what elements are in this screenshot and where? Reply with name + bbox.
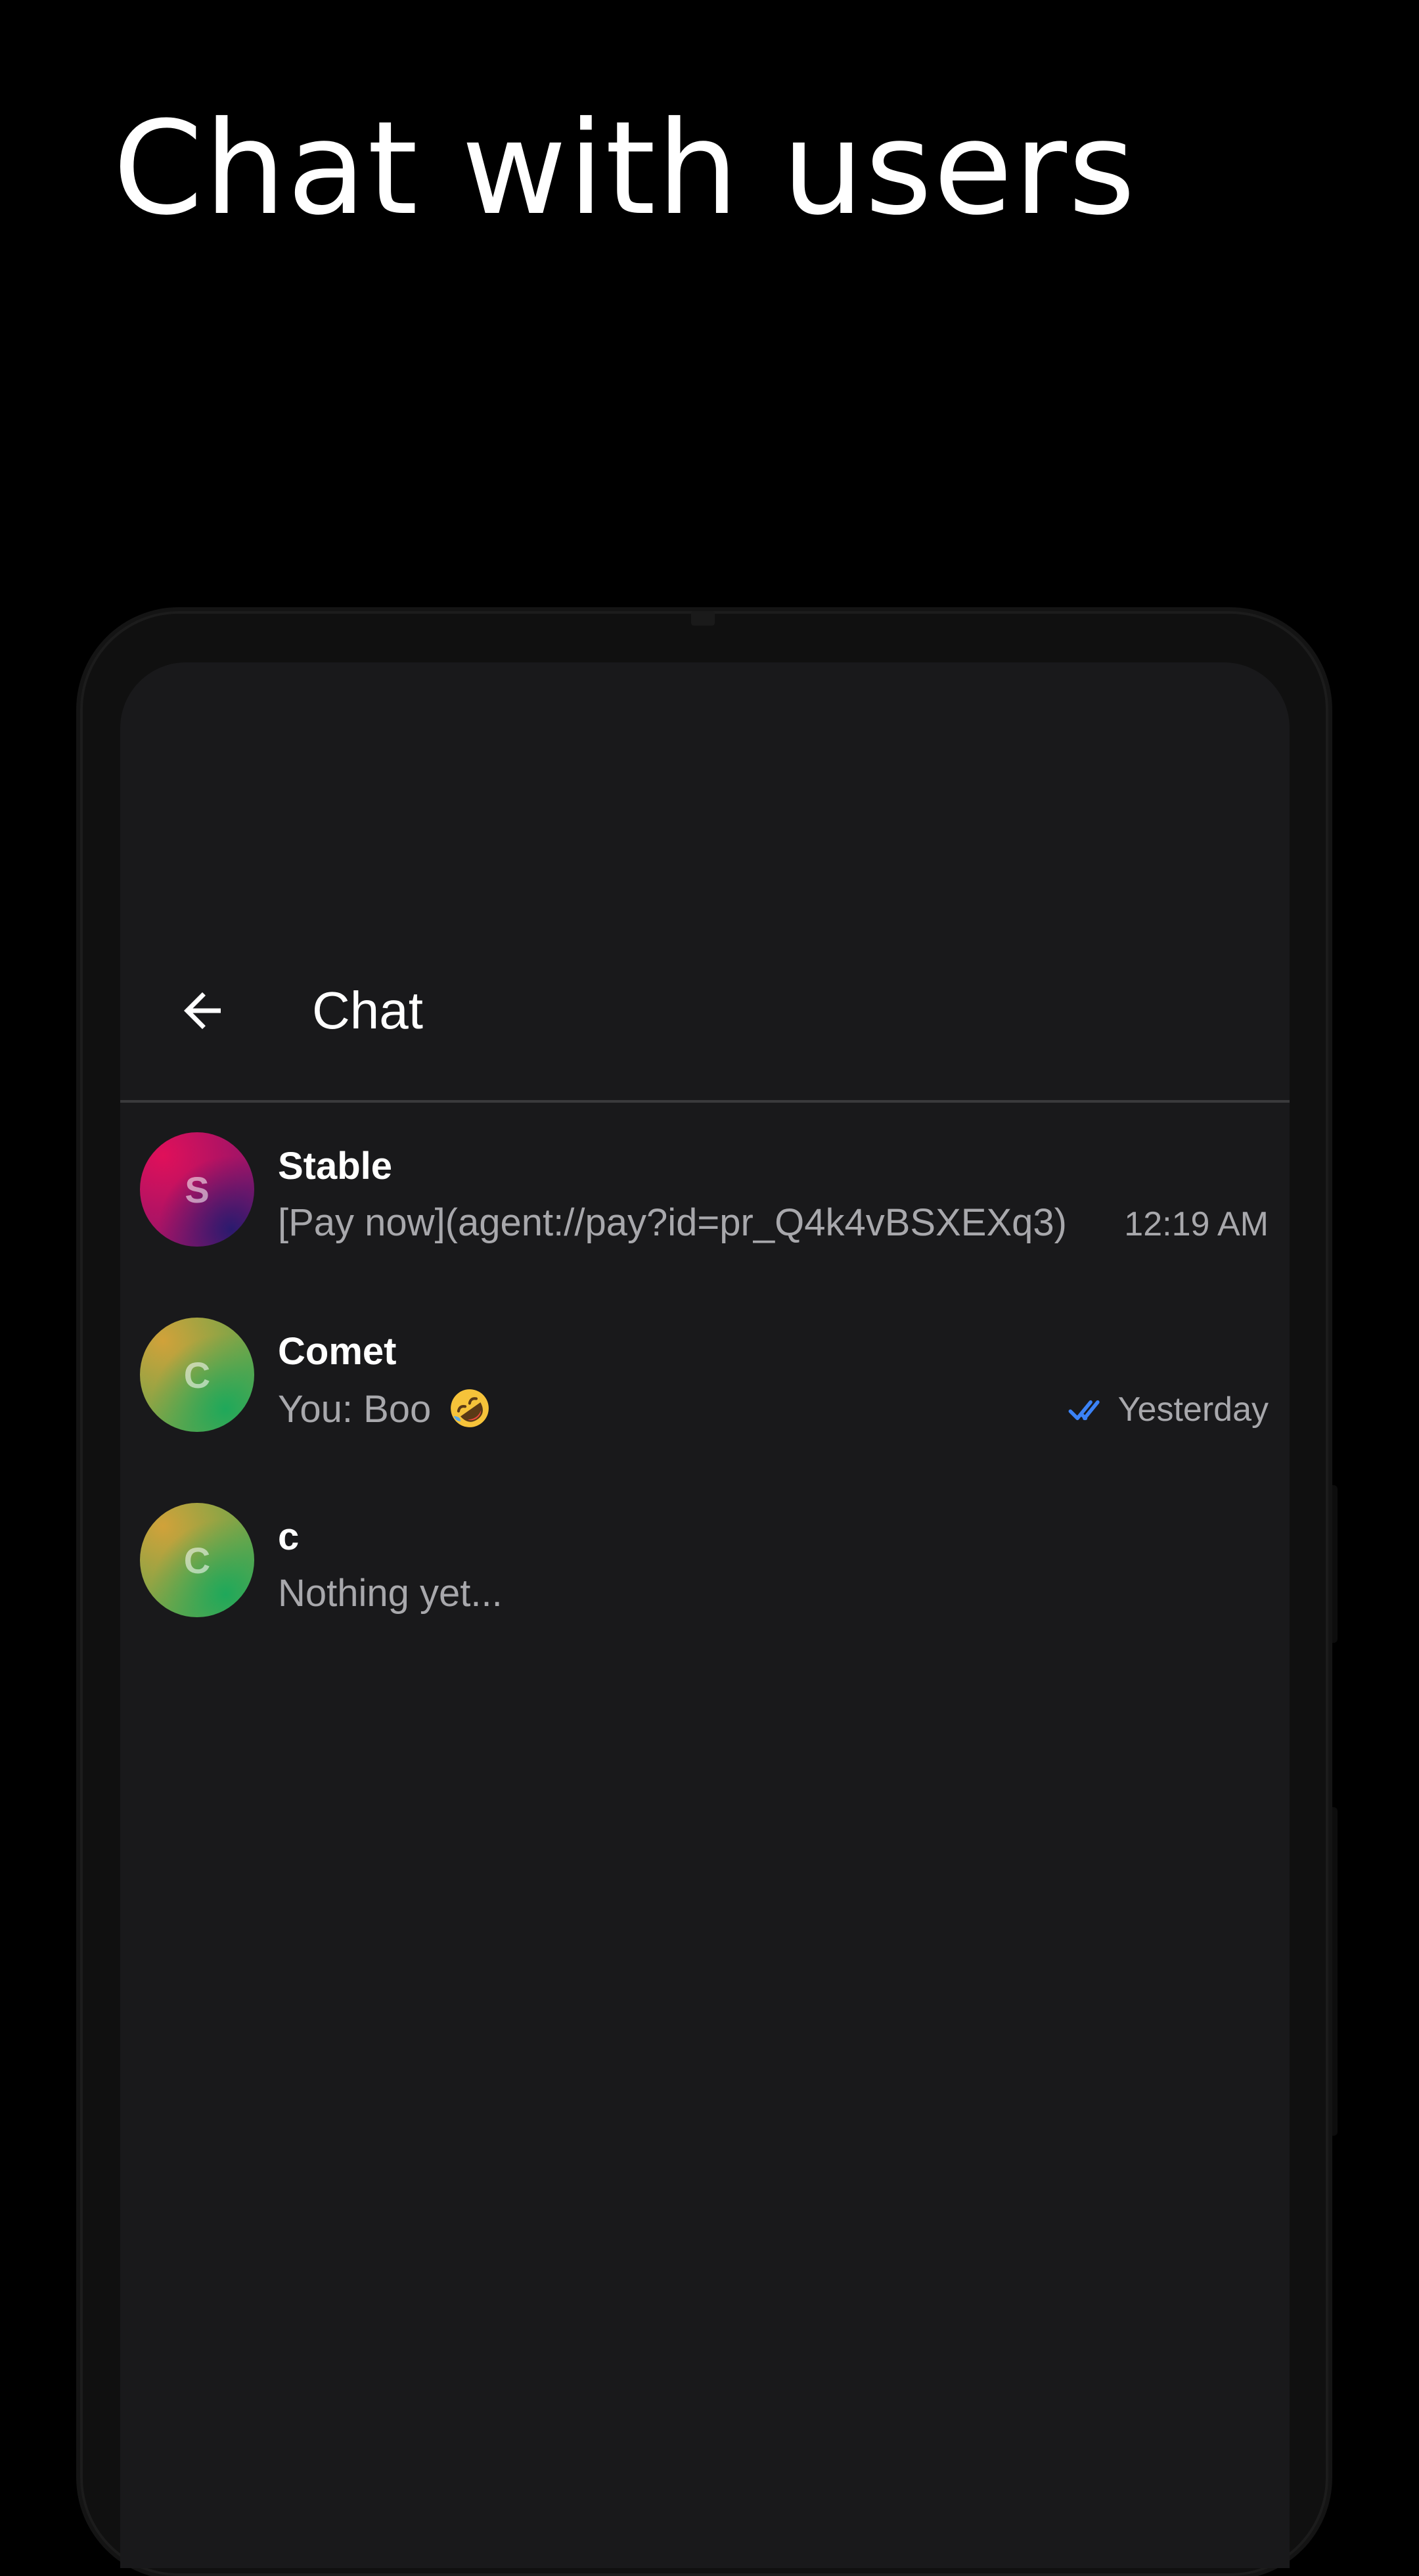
avatar-initial: C xyxy=(183,1539,211,1581)
chat-preview: You: Boo xyxy=(278,1387,491,1432)
arrow-left-icon xyxy=(184,992,221,1029)
chat-preview: [Pay now](agent://pay?id=pr_Q4k4vBSXEXq3… xyxy=(278,1201,1067,1244)
rolling-on-floor-laughing-emoji-icon xyxy=(451,1389,489,1427)
app-bar: Chat xyxy=(120,925,1290,1103)
back-button[interactable] xyxy=(160,968,245,1053)
avatar: C xyxy=(140,1318,254,1432)
avatar-initial: C xyxy=(183,1354,211,1396)
headline: Chat with users xyxy=(113,94,1137,244)
avatar-initial: S xyxy=(185,1168,210,1210)
chat-list-item[interactable]: S Stable [Pay now](agent://pay?id=pr_Q4k… xyxy=(120,1103,1290,1288)
chat-name: c xyxy=(278,1515,300,1558)
avatar: S xyxy=(140,1132,254,1247)
chat-list-item[interactable]: C Comet You: Boo Yesterday xyxy=(120,1288,1290,1473)
chat-list-item[interactable]: C c Nothing yet... xyxy=(120,1473,1290,1659)
phone-notch xyxy=(691,611,715,626)
chat-meta: Yesterday xyxy=(1068,1391,1269,1430)
chat-name: Comet xyxy=(278,1330,397,1373)
chat-preview-text: You: Boo xyxy=(278,1388,432,1431)
avatar: C xyxy=(140,1503,254,1617)
chat-time: Yesterday xyxy=(1117,1391,1269,1429)
chat-name: Stable xyxy=(278,1145,393,1187)
phone-side-button xyxy=(1328,1485,1338,1643)
chat-list: S Stable [Pay now](agent://pay?id=pr_Q4k… xyxy=(120,1103,1290,1659)
double-check-icon xyxy=(1068,1400,1100,1420)
phone-side-button xyxy=(1328,1807,1338,2136)
chat-preview: Nothing yet... xyxy=(278,1572,503,1615)
phone-screen: Chat S Stable [Pay now](agent://pay?id=p… xyxy=(120,662,1290,2568)
chat-meta: 12:19 AM xyxy=(1124,1205,1269,1245)
chat-time: 12:19 AM xyxy=(1124,1205,1269,1243)
page-title: Chat xyxy=(312,981,423,1040)
